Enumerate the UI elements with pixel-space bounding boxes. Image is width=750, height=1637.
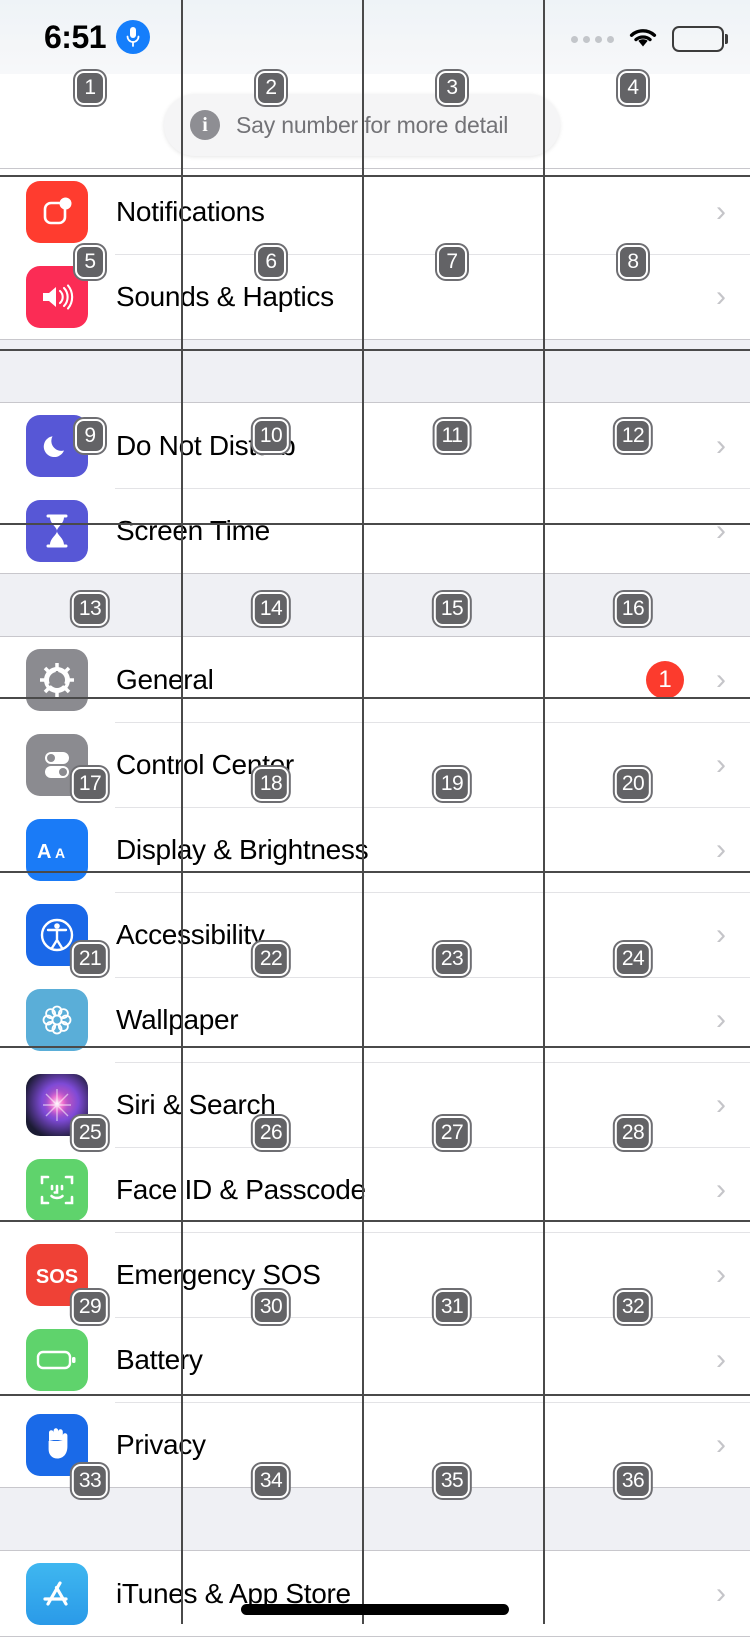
- settings-row-label: Battery: [116, 1343, 203, 1375]
- settings-row-emergency-sos[interactable]: SOS Emergency SOS ›: [0, 1232, 750, 1317]
- settings-row-accessibility[interactable]: Accessibility ›: [0, 892, 750, 977]
- settings-row-label: Face ID & Passcode: [116, 1173, 366, 1205]
- voice-control-hint-text: Say number for more detail: [236, 111, 509, 138]
- settings-row-label: Do Not Disturb: [116, 429, 296, 461]
- settings-row-screen-time[interactable]: Screen Time ›: [0, 488, 750, 573]
- chevron-right-icon: ›: [716, 279, 726, 313]
- section-gap: [0, 340, 750, 402]
- chevron-right-icon: ›: [716, 194, 726, 228]
- settings-group: Do Not Disturb › Screen Time ›: [0, 402, 750, 574]
- chevron-right-icon: ›: [716, 1172, 726, 1206]
- chevron-right-icon: ›: [716, 1002, 726, 1036]
- settings-row-itunes-app-store[interactable]: iTunes & App Store ›: [0, 1551, 750, 1636]
- battery-full-icon: [672, 26, 728, 52]
- clock: 6:51: [44, 19, 107, 55]
- signal-dots-icon: [571, 35, 614, 43]
- settings-row-siri-search[interactable]: Siri & Search ›: [0, 1062, 750, 1147]
- svg-text:SOS: SOS: [36, 1266, 78, 1288]
- sos-icon: SOS: [26, 1243, 88, 1306]
- home-indicator: [241, 1604, 509, 1615]
- settings-group: General 1 › Control Center › AA Display …: [0, 636, 750, 1488]
- settings-row-face-id-passcode[interactable]: Face ID & Passcode ›: [0, 1147, 750, 1232]
- settings-group: Notifications › Sounds & Haptics ›: [0, 168, 750, 340]
- voice-control-hint: i Say number for more detail: [164, 94, 560, 156]
- settings-row-label: Screen Time: [116, 514, 270, 546]
- status-bar-left: 6:51: [44, 19, 151, 55]
- display-icon: AA: [26, 818, 88, 881]
- battery-icon: [26, 1328, 88, 1391]
- chevron-right-icon: ›: [716, 662, 726, 696]
- chevron-right-icon: ›: [716, 832, 726, 866]
- settings-row-label: Notifications: [116, 195, 265, 227]
- settings-row-label: General: [116, 663, 214, 695]
- settings-row-label: Sounds & Haptics: [116, 280, 334, 312]
- section-gap: [0, 574, 750, 636]
- siri-icon: [26, 1073, 88, 1136]
- status-bar: 6:51: [0, 0, 750, 74]
- voice-control-number[interactable]: 4: [618, 71, 648, 105]
- settings-row-label: Siri & Search: [116, 1088, 276, 1120]
- face-id-icon: [26, 1158, 88, 1221]
- settings-row-label: Display & Brightness: [116, 833, 369, 865]
- accessibility-icon: [26, 903, 88, 966]
- settings-row-label: Privacy: [116, 1428, 206, 1460]
- sounds-icon: [26, 265, 88, 328]
- svg-text:A: A: [55, 845, 65, 861]
- wallpaper-icon: [26, 988, 88, 1051]
- settings-row-privacy[interactable]: Privacy ›: [0, 1402, 750, 1487]
- microphone-icon: [116, 20, 151, 54]
- settings-row-wallpaper[interactable]: Wallpaper ›: [0, 977, 750, 1062]
- info-circle-icon: i: [190, 110, 220, 140]
- control-center-icon: [26, 733, 88, 796]
- chevron-right-icon: ›: [716, 917, 726, 951]
- settings-row-do-not-disturb[interactable]: Do Not Disturb ›: [0, 403, 750, 488]
- settings-row-label: Emergency SOS: [116, 1258, 321, 1290]
- chevron-right-icon: ›: [716, 1342, 726, 1376]
- settings-row-display-brightness[interactable]: AA Display & Brightness ›: [0, 807, 750, 892]
- status-bar-right: [571, 24, 728, 54]
- settings-row-label: Control Center: [116, 748, 294, 780]
- moon-icon: [26, 414, 88, 477]
- chevron-right-icon: ›: [716, 1427, 726, 1461]
- svg-text:A: A: [37, 841, 51, 863]
- settings-list: Notifications › Sounds & Haptics › Do No…: [0, 168, 750, 1637]
- chevron-right-icon: ›: [716, 747, 726, 781]
- chevron-right-icon: ›: [716, 1257, 726, 1291]
- wifi-icon: [626, 24, 660, 54]
- chevron-right-icon: ›: [716, 1087, 726, 1121]
- settings-row-sounds-haptics[interactable]: Sounds & Haptics ›: [0, 254, 750, 339]
- settings-row-general[interactable]: General 1 ›: [0, 637, 750, 722]
- hourglass-icon: [26, 499, 88, 562]
- privacy-hand-icon: [26, 1413, 88, 1476]
- settings-row-control-center[interactable]: Control Center ›: [0, 722, 750, 807]
- chevron-right-icon: ›: [716, 1576, 726, 1610]
- status-badge: 1: [646, 660, 684, 699]
- settings-row-label: Wallpaper: [116, 1003, 239, 1035]
- chevron-right-icon: ›: [716, 513, 726, 547]
- settings-row-label: Accessibility: [116, 918, 265, 950]
- section-gap: [0, 1488, 750, 1550]
- chevron-right-icon: ›: [716, 428, 726, 462]
- gear-icon: [26, 648, 88, 711]
- settings-row-battery[interactable]: Battery ›: [0, 1317, 750, 1402]
- voice-control-number[interactable]: 1: [75, 71, 105, 105]
- settings-row-notifications[interactable]: Notifications ›: [0, 169, 750, 254]
- notifications-icon: [26, 180, 88, 243]
- app-store-icon: [26, 1562, 88, 1625]
